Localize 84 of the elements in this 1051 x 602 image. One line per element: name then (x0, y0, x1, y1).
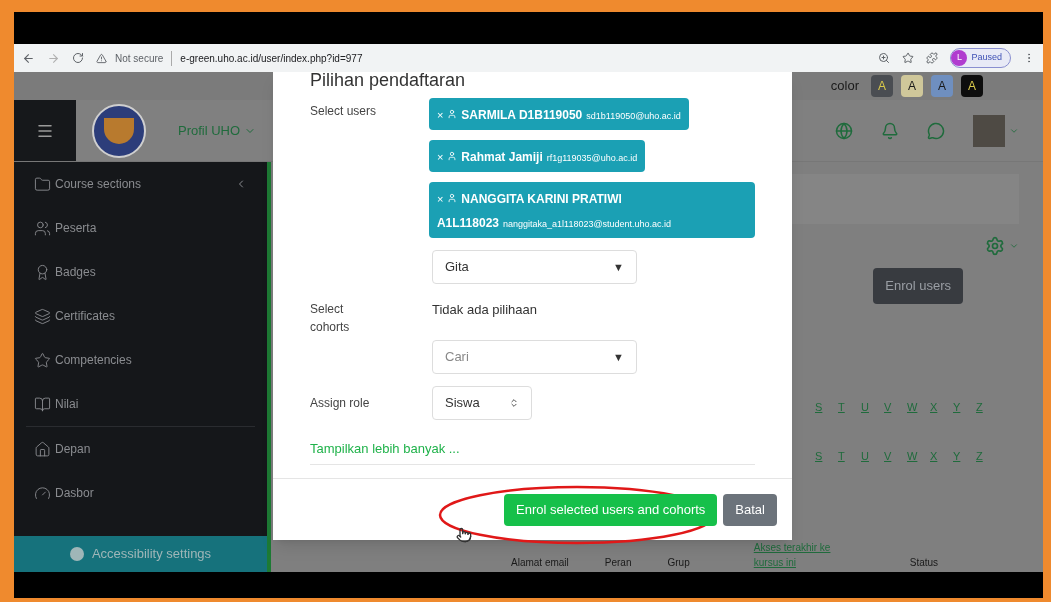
letter-filter-link[interactable]: S (815, 399, 828, 416)
warning-icon (96, 52, 107, 64)
letter-filter-link[interactable]: T (838, 399, 851, 416)
sidebar-item[interactable]: Badges (14, 250, 267, 294)
letter-filter-link[interactable]: U (861, 447, 874, 465)
letter-filter-link[interactable]: Y (953, 447, 966, 465)
cursor-icon (456, 527, 472, 543)
sidebar-item[interactable]: Peserta (14, 206, 267, 250)
column-header[interactable]: Alamat email (511, 555, 569, 570)
sidebar-item[interactable]: Course sections (14, 162, 267, 206)
zoom-icon[interactable] (878, 52, 891, 64)
menu-button[interactable] (14, 100, 76, 161)
column-header[interactable]: Grup (667, 555, 690, 570)
university-logo (92, 103, 146, 158)
accessibility-button[interactable]: Accessibility settings (14, 536, 267, 572)
layers-icon (34, 307, 51, 325)
security-label: Not secure (115, 50, 173, 66)
color-label: color (830, 77, 859, 96)
letter-filter-link[interactable]: S (815, 447, 828, 465)
home-icon (34, 440, 51, 458)
letter-filter-link[interactable]: Z (976, 447, 989, 465)
users-icon (34, 219, 51, 237)
folder-icon (34, 175, 51, 193)
letter-filter-link[interactable]: T (838, 447, 851, 465)
user-icon (447, 151, 458, 161)
stepper-icon (509, 398, 519, 408)
user-icon (447, 109, 458, 119)
selected-user-chip[interactable]: × NANGGITA KARINI PRATIWI A1L118023 nanggitaka_a1l118023@student.uho.ac.id (428, 182, 755, 238)
forward-icon[interactable] (47, 51, 60, 65)
letter-filter-link[interactable]: Y (953, 399, 966, 416)
selected-user-chip[interactable]: × Rahmat Jamiji rf1g119035@uho.ac.id (428, 140, 646, 172)
cancel-button[interactable]: Batal (723, 493, 777, 526)
role-select[interactable]: Siswa (432, 386, 532, 420)
select-users-label: Select users (310, 103, 378, 120)
letter-filter-link[interactable]: U (861, 399, 874, 416)
assign-role-label: Assign role (310, 395, 371, 412)
caret-icon[interactable] (1009, 241, 1019, 251)
sidebar-item[interactable]: Dasbor (14, 471, 267, 515)
sidebar-item[interactable]: Nilai (14, 382, 267, 426)
bookmark-star-icon[interactable] (902, 52, 915, 64)
color-theme-button[interactable]: A (961, 75, 983, 97)
letter-filter-link[interactable]: X (930, 447, 943, 465)
sidebar-item[interactable]: Certificates (14, 294, 267, 338)
notification-bell-icon[interactable] (881, 121, 899, 140)
letter-filter-link[interactable]: X (930, 399, 943, 416)
extensions-icon[interactable] (926, 52, 939, 64)
profile-status: Paused (971, 51, 1002, 65)
enrol-submit-button[interactable]: Enrol selected users and cohorts (504, 493, 718, 526)
book-icon (34, 395, 51, 413)
column-header[interactable]: Akses terakhir ke kursus ini (753, 540, 854, 570)
column-header[interactable]: Peran (604, 555, 632, 570)
globe-icon[interactable] (835, 121, 853, 140)
chat-icon[interactable] (927, 121, 945, 140)
letter-filter-link[interactable]: Z (976, 399, 989, 416)
star-icon (34, 351, 51, 369)
no-options-text: Tidak ada pilihaan (432, 301, 538, 319)
show-more-link[interactable]: Tampilkan lebih banyak ... (310, 441, 460, 456)
letter-filter-link[interactable]: W (907, 447, 920, 465)
settings-icon[interactable] (985, 236, 1005, 256)
user-search-select[interactable]: Gita ▼ (432, 250, 637, 284)
letter-filter-link[interactable]: W (907, 399, 920, 416)
accessibility-icon (69, 547, 84, 561)
cohort-search-select[interactable]: Cari ▼ (432, 340, 637, 374)
profile-button[interactable]: L Paused (950, 48, 1011, 68)
selected-user-chip[interactable]: × SARMILA D1B119050 sd1b119050@uho.ac.id (428, 98, 689, 130)
letter-filter-link[interactable]: V (884, 399, 897, 416)
color-theme-button[interactable]: A (871, 75, 893, 97)
column-header[interactable]: Status (909, 555, 939, 570)
enrol-users-button[interactable]: Enrol users (873, 268, 963, 304)
dialog-title: Pilihan pendaftaran (310, 72, 467, 90)
color-theme-button[interactable]: A (901, 75, 923, 97)
sidebar-item[interactable]: Competencies (14, 338, 267, 382)
letter-filter-link[interactable]: V (884, 447, 897, 465)
color-theme-button[interactable]: A (931, 75, 953, 97)
avatar-placeholder[interactable] (973, 114, 1005, 147)
select-cohorts-label: Select cohorts (310, 301, 351, 336)
url-text: e-green.uho.ac.id/user/index.php?id=977 (180, 51, 363, 66)
site-menu[interactable]: Profil UHO (178, 120, 257, 141)
gauge-icon (34, 484, 51, 502)
back-icon[interactable] (22, 51, 35, 65)
sidebar-item[interactable]: Depan (14, 427, 267, 471)
user-icon (447, 193, 458, 203)
reload-icon[interactable] (72, 52, 84, 64)
profile-avatar: L (951, 50, 968, 66)
